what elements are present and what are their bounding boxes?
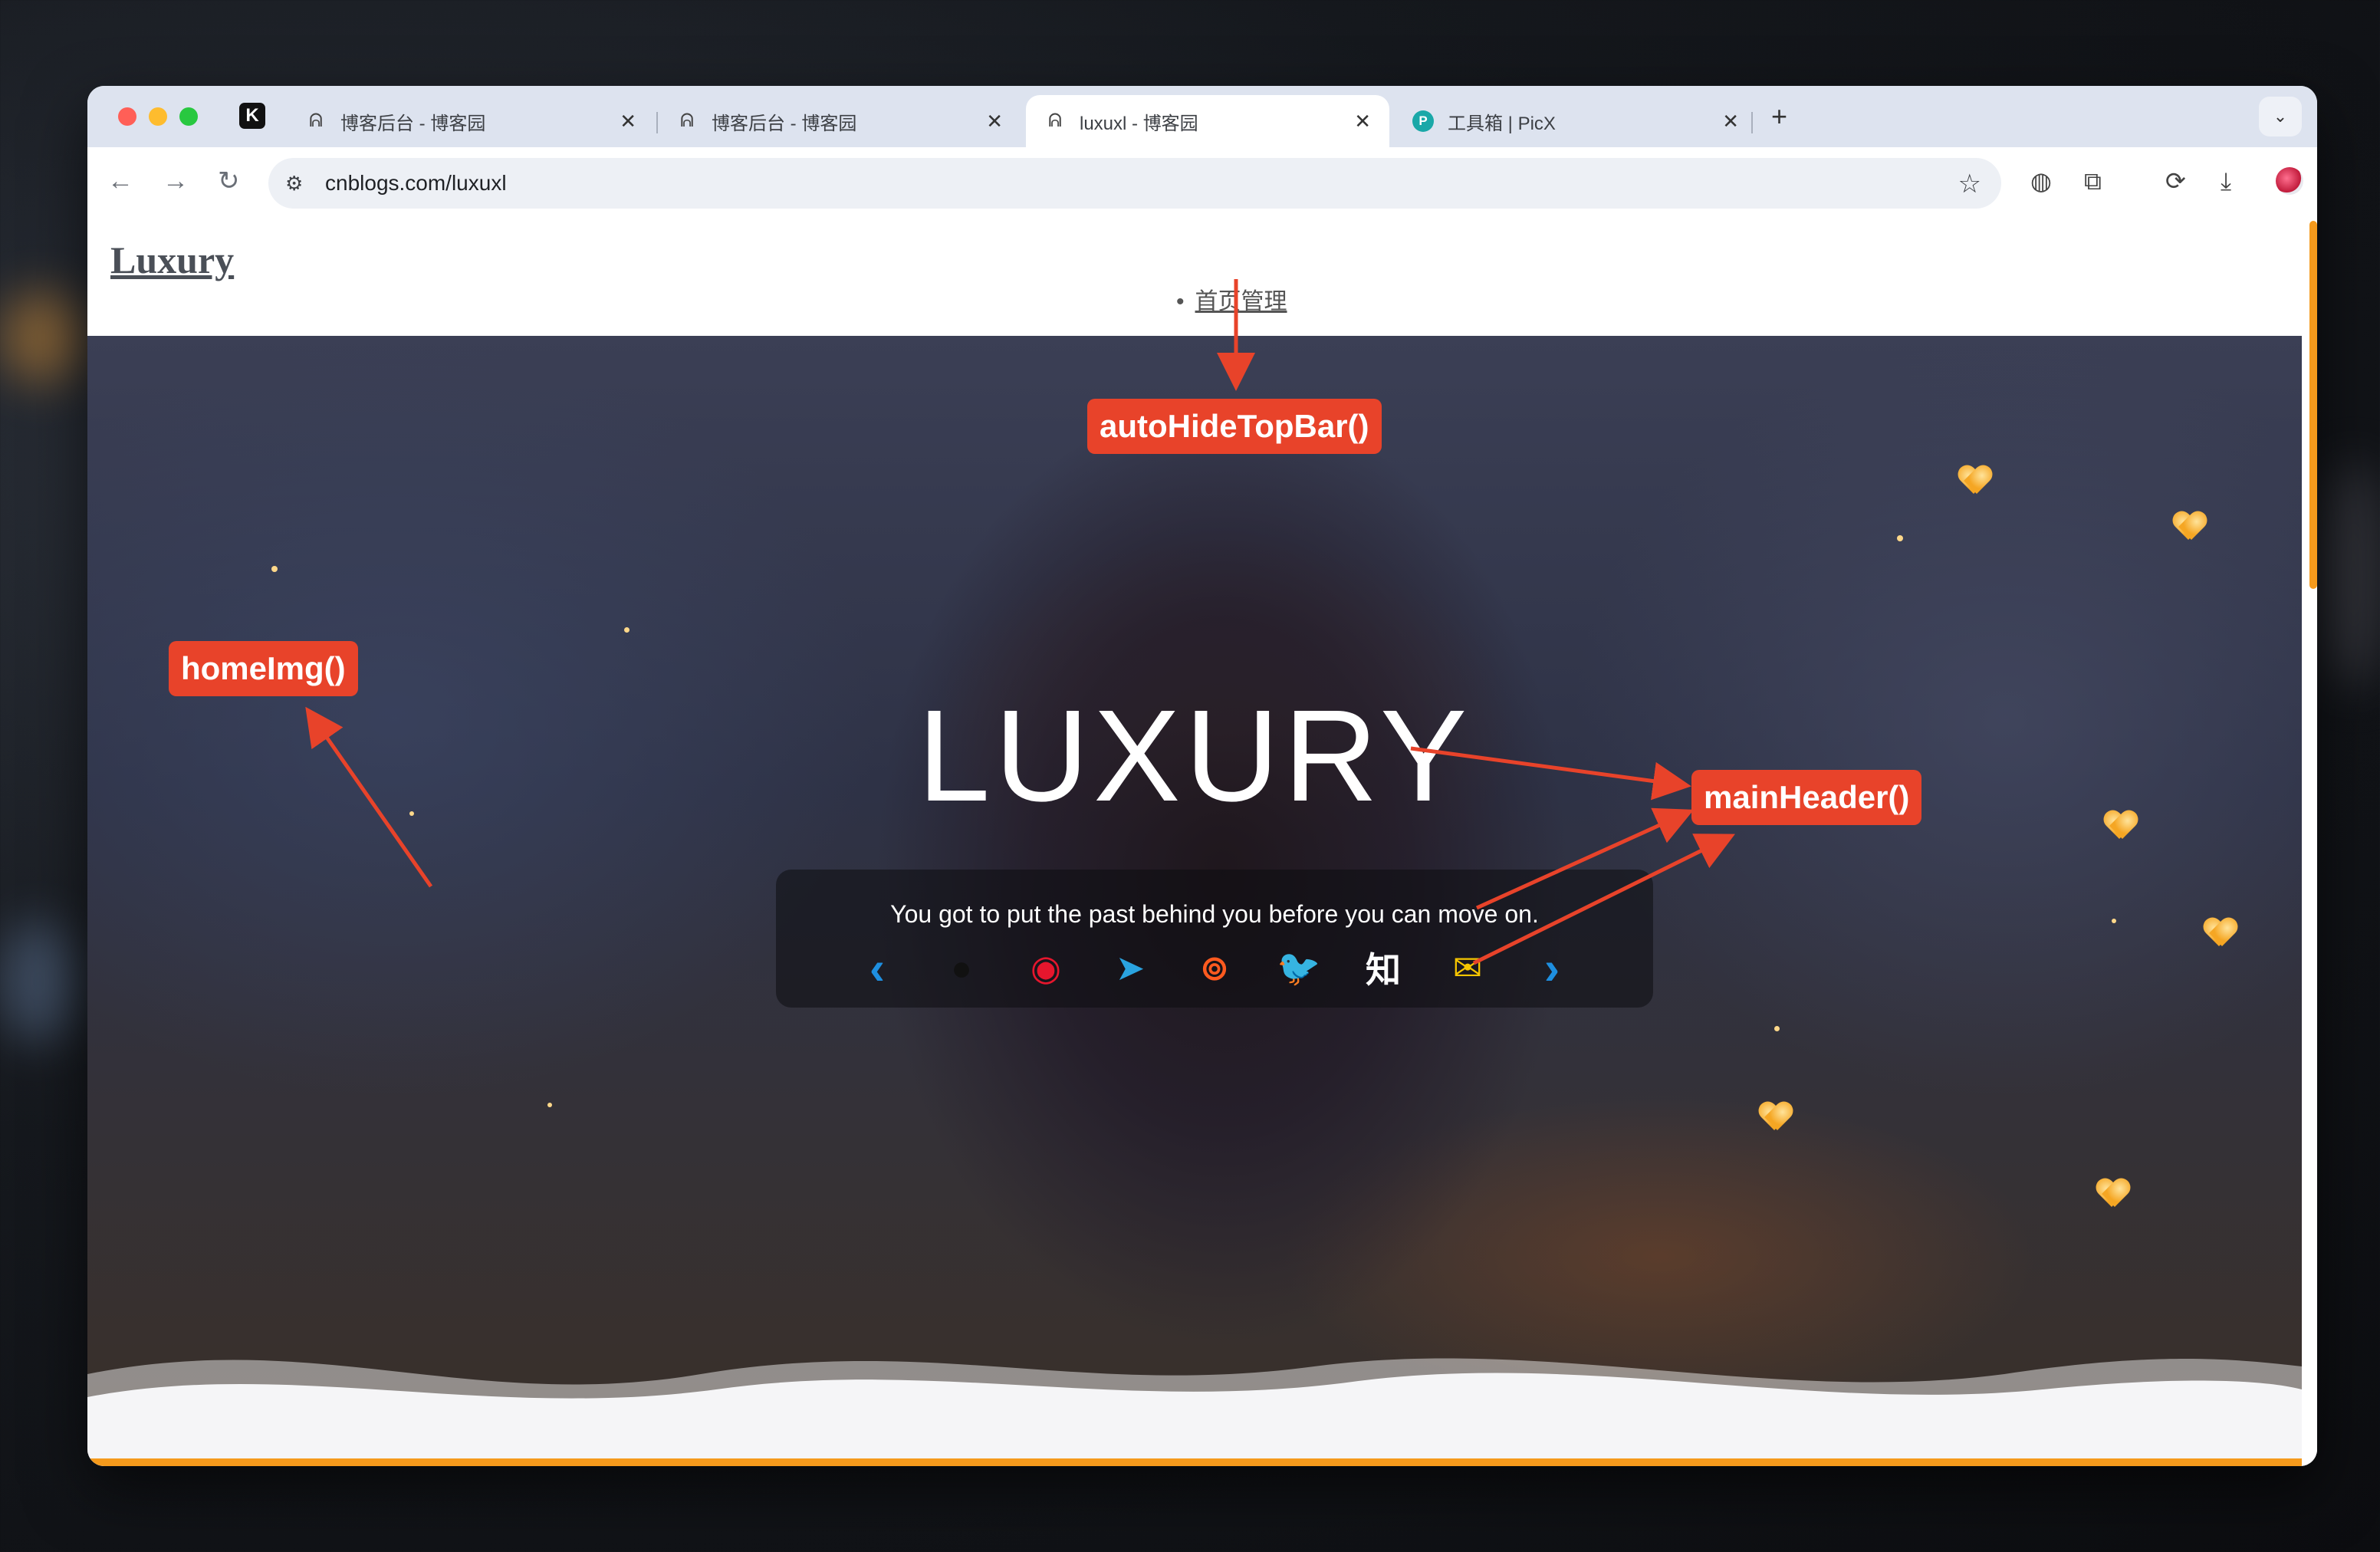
wave-divider	[87, 1358, 2302, 1466]
forward-icon[interactable]: →	[163, 166, 189, 196]
nav-bullet: •	[1176, 289, 1185, 314]
main-header-panel: You got to put the past behind you befor…	[776, 870, 1653, 1008]
scrollbar-track[interactable]	[2309, 221, 2317, 1466]
annotation-main-header: mainHeader()	[1691, 770, 1922, 825]
close-tab-icon[interactable]: ✕	[986, 110, 1003, 133]
site-info-icon[interactable]: ⚙	[285, 172, 311, 196]
tab-picx[interactable]: P 工具箱 | PicX ✕	[1394, 95, 1757, 147]
tab-luxuxl[interactable]: ᕱ luxuxl - 博客园 ✕	[1026, 95, 1389, 147]
close-window-button[interactable]	[118, 107, 136, 126]
desktop-backdrop-glow	[0, 920, 77, 1043]
sparkle	[1774, 1026, 1780, 1031]
download-icon[interactable]: ⤓	[2221, 166, 2231, 196]
site-logo[interactable]: Luxury	[110, 238, 234, 282]
sparkle	[271, 566, 278, 572]
butterfly-decoration	[1759, 1103, 1793, 1130]
butterfly-decoration	[2173, 512, 2207, 540]
github-icon[interactable]: ●	[940, 946, 983, 989]
pinned-tab[interactable]: K	[239, 103, 265, 129]
next-arrow-icon[interactable]: ›	[1530, 942, 1573, 994]
picx-icon: P	[1412, 110, 1434, 132]
butterfly-decoration	[2096, 1179, 2130, 1207]
tab-title: 博客后台 - 博客园	[712, 113, 857, 134]
close-tab-icon[interactable]: ✕	[1354, 110, 1371, 133]
nav-link-home-manage[interactable]: 首页管理	[1195, 289, 1287, 314]
tab-title: luxuxl - 博客园	[1080, 113, 1198, 134]
home-hero-image: LUXURY You got to put the past behind yo…	[87, 336, 2302, 1466]
extension-puzzle-icon[interactable]: ◍	[2030, 166, 2052, 196]
close-tab-icon[interactable]: ✕	[1722, 110, 1739, 133]
extensions-icon[interactable]: ⧉	[2084, 166, 2102, 196]
desktop-backdrop-glow	[2323, 460, 2380, 690]
chevron-down-icon: ⌄	[2273, 107, 2288, 126]
cnblogs-icon: ᕱ	[680, 110, 694, 131]
tab-title: 博客后台 - 博客园	[340, 113, 486, 134]
prev-arrow-icon[interactable]: ‹	[856, 942, 899, 994]
address-url[interactable]: cnblogs.com/luxuxl	[325, 171, 507, 196]
profile-avatar[interactable]	[2276, 167, 2303, 195]
netease-music-icon[interactable]: ⊚	[1193, 946, 1236, 989]
desktop-backdrop-glow	[0, 291, 84, 383]
sparkle	[2112, 919, 2116, 923]
back-icon[interactable]: ←	[107, 166, 133, 196]
scrollbar-thumb[interactable]	[2309, 221, 2317, 589]
butterfly-decoration	[1958, 466, 1992, 494]
browser-toolbar: ← → ↻ ⚙ cnblogs.com/luxuxl ☆ ◍ ⧉ ⟳ ⤓ ⋮	[87, 147, 2317, 222]
new-tab-button[interactable]: +	[1771, 103, 1787, 130]
cnblogs-icon: ᕱ	[309, 110, 323, 131]
sync-icon[interactable]: ⟳	[2165, 166, 2186, 196]
browser-window: K ᕱ 博客后台 - 博客园 ✕ ᕱ 博客后台 - 博客园 ✕ ᕱ luxuxl…	[87, 86, 2317, 1466]
main-header-title: LUXURY	[917, 683, 1472, 829]
reload-icon[interactable]: ↻	[218, 166, 240, 196]
telegram-icon[interactable]: ➤	[1109, 946, 1152, 989]
reading-progress-bar	[87, 1458, 2302, 1466]
tab-strip: K ᕱ 博客后台 - 博客园 ✕ ᕱ 博客后台 - 博客园 ✕ ᕱ luxuxl…	[87, 86, 2317, 147]
sparkle	[1897, 535, 1903, 541]
twitter-icon[interactable]: 🐦	[1277, 946, 1320, 989]
cnblogs-icon: ᕱ	[1048, 110, 1062, 131]
butterfly-decoration	[2204, 919, 2237, 946]
annotation-auto-hide-top-bar: autoHideTopBar()	[1087, 399, 1382, 454]
sparkle	[624, 627, 630, 633]
sparkle	[547, 1103, 552, 1107]
close-tab-icon[interactable]: ✕	[620, 110, 636, 133]
site-nav: • 首页管理	[1176, 282, 1287, 316]
bookmark-star-icon[interactable]: ☆	[1958, 169, 1981, 199]
tab-blog-admin-2[interactable]: ᕱ 博客后台 - 博客园 ✕	[658, 95, 1021, 147]
weibo-icon[interactable]: ◉	[1024, 946, 1067, 989]
header-quote: You got to put the past behind you befor…	[890, 900, 1539, 928]
zhihu-icon[interactable]: 知	[1362, 946, 1405, 990]
tab-blog-admin-1[interactable]: ᕱ 博客后台 - 博客园 ✕	[287, 95, 655, 147]
address-bar[interactable]: ⚙ cnblogs.com/luxuxl ☆	[268, 158, 2001, 209]
mail-icon[interactable]: ✉	[1446, 946, 1489, 989]
window-controls	[118, 107, 198, 126]
tab-search-button[interactable]: ⌄	[2259, 97, 2302, 136]
maximize-window-button[interactable]	[179, 107, 198, 126]
tab-title: 工具箱 | PicX	[1448, 113, 1556, 134]
tab-separator	[1751, 112, 1753, 133]
minimize-window-button[interactable]	[149, 107, 167, 126]
annotation-home-img: homeImg()	[169, 641, 358, 696]
social-links: ‹ ● ◉ ➤ ⊚ 🐦 知 ✉ ›	[776, 942, 1653, 994]
